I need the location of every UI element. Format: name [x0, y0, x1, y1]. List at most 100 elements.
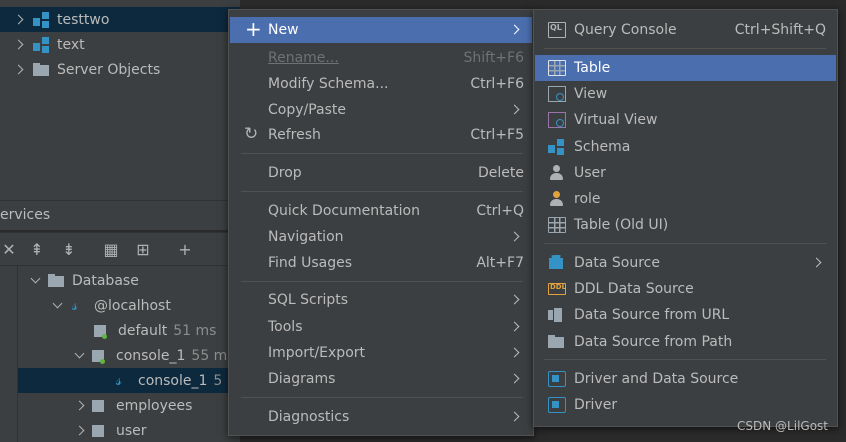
menu-item-shortcut: Shift+F6 [463, 50, 524, 66]
menu-item-label: Tools [268, 319, 303, 335]
tree-item-console-child[interactable]: console_1 5 [18, 368, 240, 393]
tree-item-server-objects[interactable]: Server Objects [0, 57, 240, 82]
collapse-all-icon[interactable]: ⇟ [60, 241, 78, 259]
driver-icon [548, 397, 566, 413]
tree-item-label: Server Objects [57, 61, 161, 78]
submenu-item-role[interactable]: role [535, 186, 836, 212]
view-icon [548, 86, 566, 102]
submenu-item-view[interactable]: View [535, 81, 836, 107]
services-header: ervices [0, 200, 240, 230]
connected-indicator [102, 333, 107, 339]
menu-item-label: Data Source [574, 255, 660, 271]
submenu-item-driver-and-data-source[interactable]: Driver and Data Source [535, 366, 836, 392]
submenu-item-data-source[interactable]: Data Source [535, 250, 836, 276]
plus-icon [244, 17, 262, 41]
chevron-right-icon[interactable] [13, 14, 25, 26]
menu-item-drop[interactable]: Drop Delete [230, 160, 532, 186]
table-icon [548, 60, 566, 76]
menu-item-label: Data Source from Path [574, 334, 733, 350]
menu-separator [241, 191, 523, 192]
virtual-view-icon [548, 112, 566, 128]
role-icon [548, 191, 566, 207]
schema-icon [33, 36, 51, 53]
submenu-item-driver[interactable]: Driver [535, 392, 836, 418]
menu-item-label: Driver [574, 397, 618, 413]
ddl-icon [548, 283, 566, 295]
mysql-icon [70, 295, 88, 315]
tree-item-employees[interactable]: employees [0, 393, 240, 418]
services-side-toolbar [0, 266, 18, 442]
user-icon [548, 165, 566, 181]
submenu-arrow-icon [509, 411, 520, 422]
tree-item-testtwo[interactable]: testtwo [0, 7, 240, 32]
menu-item-refresh[interactable]: Refresh Ctrl+F5 [230, 122, 532, 148]
tree-item-user[interactable]: user [0, 418, 240, 442]
driver-icon [548, 371, 566, 387]
submenu-item-table-old-ui[interactable]: Table (Old UI) [535, 212, 836, 238]
expand-all-icon[interactable]: ⇞ [28, 241, 46, 259]
session-icon [92, 347, 110, 364]
tree-item-default[interactable]: default 51 ms [0, 318, 240, 343]
duration-label: 55 m [191, 347, 228, 364]
menu-item-diagnostics[interactable]: Diagnostics [230, 404, 532, 430]
add-service-icon[interactable]: + [176, 241, 194, 259]
tree-item-label: user [116, 422, 147, 439]
duration-label: 5 [213, 372, 223, 389]
menu-item-sql-scripts[interactable]: SQL Scripts [230, 287, 532, 313]
submenu-item-schema[interactable]: Schema [535, 134, 836, 160]
menu-item-tools[interactable]: Tools [230, 314, 532, 340]
tree-item-console[interactable]: console_1 55 m [0, 343, 240, 368]
submenu-item-table[interactable]: Table [535, 55, 836, 81]
submenu-item-user[interactable]: User [535, 160, 836, 186]
chevron-down-icon[interactable] [52, 300, 64, 312]
tree-item-localhost[interactable]: @localhost [0, 293, 240, 318]
submenu-item-virtual-view[interactable]: Virtual View [535, 107, 836, 133]
tree-item-database[interactable]: Database [0, 268, 240, 293]
menu-item-label: Diagrams [268, 371, 336, 387]
folder-icon [548, 334, 566, 350]
menu-item-quick-documentation[interactable]: Quick Documentation Ctrl+Q [230, 198, 532, 224]
project-tree-panel: testtwo text Server Objects [0, 0, 240, 200]
submenu-item-data-source-url[interactable]: Data Source from URL [535, 302, 836, 328]
menu-item-navigation[interactable]: Navigation [230, 224, 532, 250]
chevron-right-icon[interactable] [74, 425, 86, 437]
refresh-icon [244, 124, 260, 144]
chevron-down-icon[interactable] [74, 350, 86, 362]
submenu-arrow-icon [509, 347, 520, 358]
menu-item-new[interactable]: New [230, 17, 532, 43]
menu-item-shortcut: Ctrl+Shift+Q [734, 22, 826, 38]
context-menu: New Rename... Shift+F6 Modify Schema... … [228, 9, 534, 436]
menu-item-rename[interactable]: Rename... Shift+F6 [230, 45, 532, 71]
submenu-item-query-console[interactable]: Query Console Ctrl+Shift+Q [535, 17, 836, 43]
menu-item-label: Query Console [574, 22, 677, 38]
query-console-icon [548, 22, 566, 38]
menu-item-shortcut: Ctrl+F6 [470, 76, 524, 92]
tree-item-label: default [118, 322, 168, 339]
group-by-icon[interactable]: ▦ [102, 241, 120, 259]
menu-item-modify-schema[interactable]: Modify Schema... Ctrl+F6 [230, 71, 532, 97]
menu-item-copy-paste[interactable]: Copy/Paste [230, 97, 532, 123]
menu-item-find-usages[interactable]: Find Usages Alt+F7 [230, 250, 532, 276]
chevron-down-icon[interactable] [30, 275, 42, 287]
close-icon[interactable]: ✕ [0, 241, 18, 259]
server-objects-icon [33, 61, 51, 78]
submenu-item-data-source-path[interactable]: Data Source from Path [535, 329, 836, 355]
chevron-right-icon[interactable] [13, 39, 25, 51]
chevron-right-icon[interactable] [13, 64, 25, 76]
menu-item-label: Drop [268, 165, 302, 181]
menu-item-label: Import/Export [268, 345, 366, 361]
services-tree: Database @localhost default 51 ms consol… [0, 266, 240, 442]
menu-item-diagrams[interactable]: Diagrams [230, 366, 532, 392]
menu-item-import-export[interactable]: Import/Export [230, 340, 532, 366]
menu-item-label: Find Usages [268, 255, 353, 271]
chevron-right-icon[interactable] [74, 400, 86, 412]
new-service-icon[interactable]: ⊞ [134, 241, 152, 259]
submenu-item-ddl-data-source[interactable]: DDL Data Source [535, 276, 836, 302]
session-icon [92, 422, 110, 439]
tree-item-label: Database [72, 272, 139, 289]
data-source-icon [548, 255, 566, 271]
tree-item-label: text [57, 36, 85, 53]
tree-item-text[interactable]: text [0, 32, 240, 57]
menu-separator [241, 397, 523, 398]
session-icon [92, 397, 110, 414]
